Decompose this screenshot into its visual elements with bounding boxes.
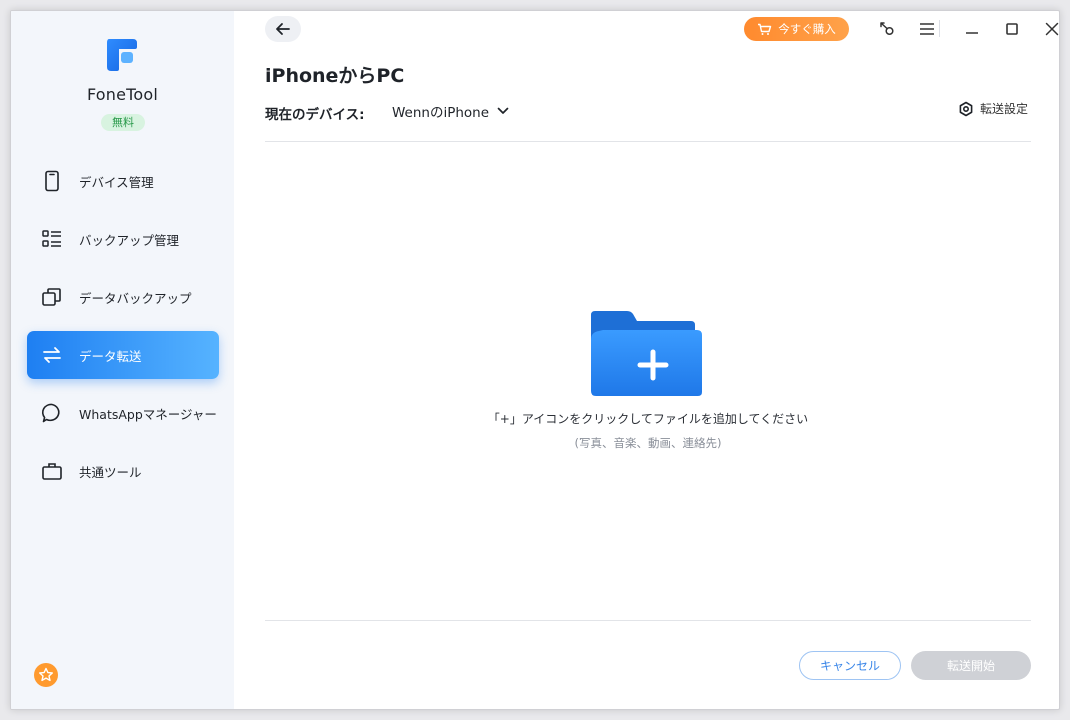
favorite-star-button[interactable]	[34, 663, 58, 687]
phone-icon	[45, 170, 59, 192]
start-transfer-button[interactable]: 転送開始	[911, 651, 1031, 680]
sidebar-nav: デバイス管理 バックアップ管理 データバックアップ データ転送 WhatsApp…	[27, 157, 219, 505]
app-name: FoneTool	[86, 85, 159, 104]
sidebar-item-common-tools[interactable]: 共通ツール	[27, 447, 219, 495]
maximize-icon[interactable]	[1003, 20, 1021, 38]
buy-now-label: 今すぐ購入	[778, 22, 836, 36]
sidebar-item-label: デバイス管理	[79, 175, 154, 190]
star-icon	[39, 667, 53, 682]
top-divider	[265, 141, 1031, 142]
file-types-hint: (写真、音楽、動画、連絡先)	[574, 436, 722, 450]
sidebar-item-label: データバックアップ	[79, 291, 192, 306]
main-panel: 今すぐ購入 iPhoneからPC 現在のデバイス: WennのiPhone 転送…	[234, 11, 1060, 709]
sidebar-item-label: データ転送	[79, 349, 142, 364]
close-icon[interactable]	[1043, 20, 1060, 38]
transfer-settings-button[interactable]: 転送設定	[958, 100, 1028, 117]
transfer-icon	[43, 347, 61, 363]
sidebar-item-data-transfer[interactable]: データ転送	[27, 331, 219, 379]
chat-icon	[41, 403, 60, 423]
add-files-folder-icon[interactable]	[591, 310, 703, 396]
minimize-icon[interactable]	[963, 20, 981, 38]
buy-now-button[interactable]: 今すぐ購入	[744, 17, 849, 41]
fonetool-logo-icon	[107, 39, 137, 71]
sidebar: FoneTool 無料 デバイス管理 バックアップ管理 データバックアップ デー…	[11, 11, 234, 709]
transfer-settings-label: 転送設定	[980, 102, 1029, 116]
chevron-down-icon	[497, 107, 509, 114]
current-device-label: 現在のデバイス:	[265, 107, 365, 123]
toolbar-separator	[939, 20, 940, 37]
plan-badge: 無料	[101, 114, 145, 131]
list-icon	[42, 230, 61, 247]
back-button[interactable]	[265, 16, 301, 42]
app-window: FoneTool 無料 デバイス管理 バックアップ管理 データバックアップ デー…	[10, 10, 1060, 710]
sidebar-item-device-management[interactable]: デバイス管理	[27, 157, 219, 205]
toolbox-icon	[42, 463, 62, 480]
settings-hex-icon	[959, 101, 973, 116]
sidebar-item-label: バックアップ管理	[79, 233, 180, 248]
sidebar-item-backup-management[interactable]: バックアップ管理	[27, 215, 219, 263]
key-icon[interactable]	[878, 20, 896, 38]
sidebar-item-label: WhatsAppマネージャー	[79, 407, 217, 422]
add-files-hint: 「+」アイコンをクリックしてファイルを追加してください	[487, 412, 809, 426]
sidebar-item-data-backup[interactable]: データバックアップ	[27, 273, 219, 321]
cancel-button[interactable]: キャンセル	[799, 651, 901, 680]
menu-icon[interactable]	[918, 20, 936, 38]
sidebar-item-label: 共通ツール	[79, 465, 142, 480]
cart-icon	[758, 23, 772, 35]
back-arrow-icon	[276, 23, 290, 35]
sidebar-item-whatsapp-manager[interactable]: WhatsAppマネージャー	[27, 389, 219, 437]
device-selector[interactable]: WennのiPhone	[392, 101, 509, 121]
page-title: iPhoneからPC	[265, 65, 405, 87]
device-name: WennのiPhone	[392, 105, 490, 121]
copy-icon	[42, 288, 61, 306]
bottom-divider	[265, 620, 1031, 621]
